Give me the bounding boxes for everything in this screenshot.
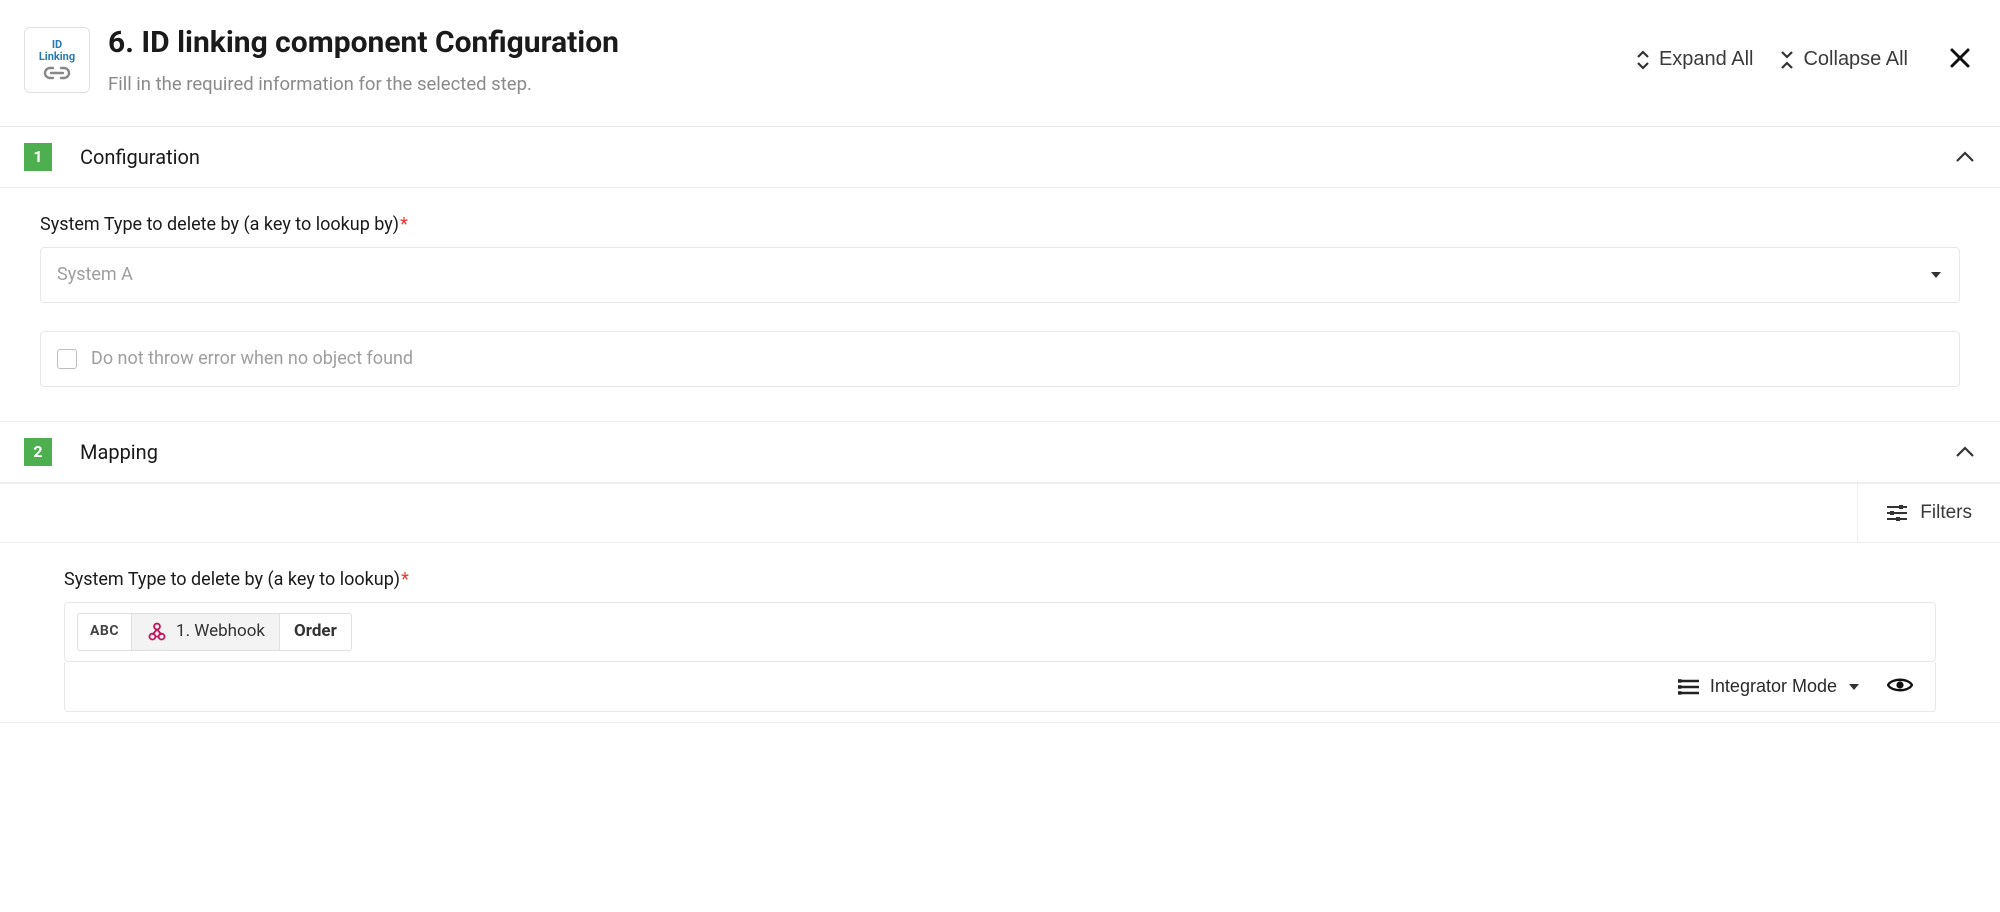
- section-mapping-title: Mapping: [80, 438, 1954, 466]
- expand-all-label: Expand All: [1659, 48, 1754, 71]
- mapping-value-chip[interactable]: ABC 1. Webhook Order: [77, 613, 352, 651]
- section-configuration: 1 Configuration System Type to delete by…: [0, 127, 2000, 422]
- mapping-value-input[interactable]: ABC 1. Webhook Order: [64, 602, 1936, 662]
- webhook-icon: [146, 621, 168, 643]
- no-error-checkbox-row[interactable]: Do not throw error when no object found: [40, 331, 1960, 387]
- caret-down-icon: [1847, 682, 1861, 692]
- sliders-icon: [1886, 503, 1908, 523]
- required-asterisk: *: [400, 214, 408, 235]
- config-header: ID Linking 6. ID linking component Confi…: [0, 0, 2000, 127]
- mapping-field-label: System Type to delete by (a key to looku…: [64, 567, 1936, 592]
- section-mapping: 2 Mapping Filters System Type to delete …: [0, 422, 2000, 723]
- section-number-badge: 1: [24, 143, 52, 171]
- close-button[interactable]: [1944, 42, 1976, 77]
- collapse-all-label: Collapse All: [1803, 48, 1908, 71]
- collapse-vertical-icon: [1779, 50, 1795, 70]
- integrator-mode-button[interactable]: Integrator Mode: [1678, 676, 1861, 697]
- page-subtitle: Fill in the required information for the…: [108, 72, 1635, 98]
- link-icon: [42, 65, 72, 81]
- icon-line-id: ID: [52, 39, 62, 50]
- caret-down-icon: [1929, 270, 1943, 280]
- chevron-up-icon: [1954, 150, 1976, 164]
- required-asterisk: *: [401, 569, 409, 590]
- section-number-badge: 2: [24, 438, 52, 466]
- chip-value-text: Order: [294, 620, 337, 644]
- integrator-mode-label: Integrator Mode: [1710, 676, 1837, 697]
- chip-value-segment: Order: [279, 614, 351, 650]
- page-title: 6. ID linking component Configuration: [108, 22, 1635, 64]
- expand-vertical-icon: [1635, 50, 1651, 70]
- close-icon: [1948, 46, 1972, 70]
- no-error-checkbox[interactable]: [57, 349, 77, 369]
- system-type-label: System Type to delete by (a key to looku…: [40, 212, 1960, 237]
- chevron-up-icon: [1954, 445, 1976, 459]
- eye-icon: [1887, 676, 1913, 694]
- collapse-all-button[interactable]: Collapse All: [1779, 48, 1908, 71]
- section-configuration-title: Configuration: [80, 143, 1954, 171]
- mapping-mode-bar: Integrator Mode: [64, 662, 1936, 712]
- component-icon-card: ID Linking: [24, 27, 90, 93]
- preview-button[interactable]: [1883, 672, 1917, 701]
- chip-source-text: 1. Webhook: [176, 620, 265, 644]
- filters-button[interactable]: Filters: [1857, 484, 2000, 542]
- expand-all-button[interactable]: Expand All: [1635, 48, 1754, 71]
- mapping-filters-bar: Filters: [0, 483, 2000, 543]
- no-error-checkbox-label: Do not throw error when no object found: [91, 346, 413, 371]
- icon-line-linking: Linking: [39, 50, 75, 63]
- list-icon: [1678, 678, 1700, 696]
- system-type-dropdown[interactable]: System A: [40, 247, 1960, 303]
- chip-type-prefix: ABC: [78, 614, 131, 650]
- section-configuration-header[interactable]: 1 Configuration: [0, 127, 2000, 188]
- chip-source-segment: 1. Webhook: [131, 614, 279, 650]
- system-type-value: System A: [57, 262, 1929, 287]
- section-mapping-header[interactable]: 2 Mapping: [0, 422, 2000, 483]
- filters-label: Filters: [1920, 502, 1972, 524]
